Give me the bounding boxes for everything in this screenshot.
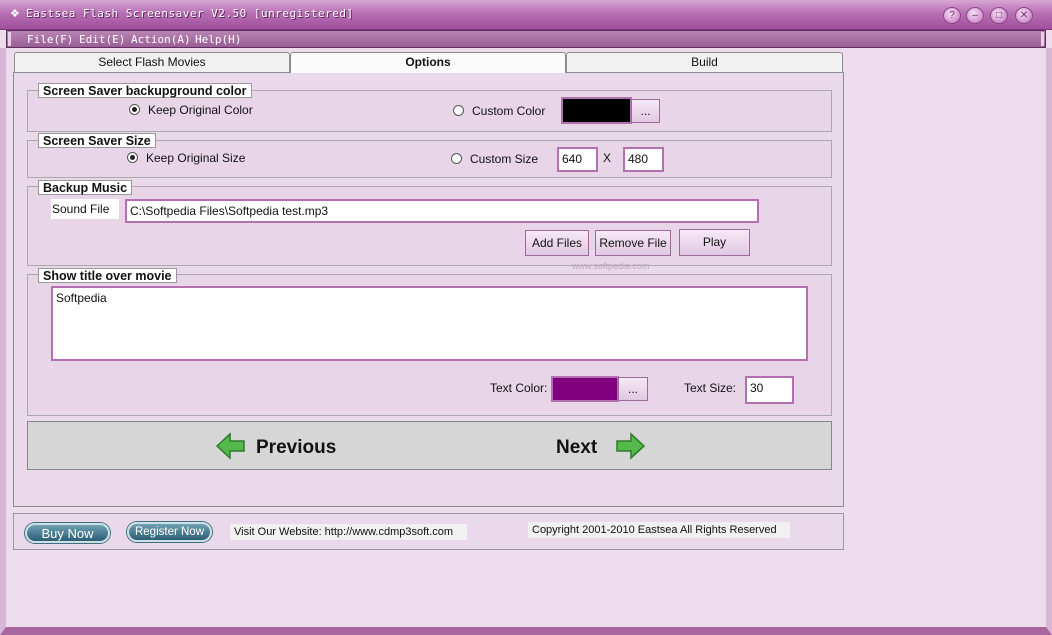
backup-music-legend: Backup Music bbox=[38, 180, 133, 195]
text-color-browse-button[interactable]: ... bbox=[618, 377, 648, 401]
keep-color-radio[interactable] bbox=[129, 104, 140, 115]
help-icon[interactable]: ? bbox=[943, 7, 961, 24]
title-textarea[interactable]: Softpedia bbox=[51, 286, 808, 361]
menu-file[interactable]: File(F) bbox=[27, 33, 73, 46]
title-bar: ❖ Eastsea Flash Screensaver V2.50 [unreg… bbox=[0, 0, 1052, 30]
footer: Buy Now Register Now Visit Our Website: … bbox=[13, 513, 844, 550]
add-files-button[interactable]: Add Files bbox=[525, 230, 589, 256]
tab-build[interactable]: Build bbox=[566, 52, 843, 72]
keep-size-label: Keep Original Size bbox=[146, 151, 246, 165]
remove-file-button[interactable]: Remove File bbox=[595, 230, 671, 256]
next-button[interactable]: Next bbox=[556, 437, 597, 459]
close-icon[interactable]: ✕ bbox=[1015, 7, 1033, 24]
register-now-button[interactable]: Register Now bbox=[127, 522, 212, 542]
show-title-legend: Show title over movie bbox=[38, 268, 177, 283]
radio-selected-dot bbox=[130, 155, 135, 160]
custom-color-label: Custom Color bbox=[472, 104, 546, 118]
height-input[interactable]: 480 bbox=[623, 147, 664, 172]
bg-color-legend: Screen Saver backupground color bbox=[38, 83, 252, 98]
sound-file-input[interactable]: C:\Softpedia Files\Softpedia test.mp3 bbox=[125, 199, 759, 223]
app-icon: ❖ bbox=[10, 8, 20, 20]
maximize-icon[interactable]: □ bbox=[990, 7, 1008, 24]
custom-color-radio[interactable] bbox=[453, 105, 464, 116]
size-legend: Screen Saver Size bbox=[38, 133, 156, 148]
menu-edit[interactable]: Edit(E) bbox=[79, 33, 125, 46]
width-input[interactable]: 640 bbox=[557, 147, 598, 172]
play-button[interactable]: Play bbox=[679, 229, 750, 256]
copyright-text: Copyright 2001-2010 Eastsea All Rights R… bbox=[528, 522, 790, 538]
menu-action[interactable]: Action(A) bbox=[131, 33, 191, 46]
times-symbol: X bbox=[603, 151, 612, 165]
tab-select-flash-movies[interactable]: Select Flash Movies bbox=[14, 52, 290, 72]
menu-grip-right bbox=[1041, 32, 1044, 46]
radio-selected-dot bbox=[132, 107, 137, 112]
menu-help[interactable]: Help(H) bbox=[195, 33, 241, 46]
sound-file-label: Sound File bbox=[51, 199, 120, 219]
navigation-bar: Previous Next bbox=[27, 421, 832, 470]
custom-size-label: Custom Size bbox=[470, 152, 539, 166]
window-title: Eastsea Flash Screensaver V2.50 [unregis… bbox=[26, 7, 354, 20]
previous-arrow-icon[interactable] bbox=[216, 432, 246, 460]
next-arrow-icon[interactable] bbox=[615, 432, 645, 460]
buy-now-button[interactable]: Buy Now bbox=[25, 523, 110, 543]
tab-options[interactable]: Options bbox=[290, 52, 566, 73]
website-link[interactable]: Visit Our Website: http://www.cdmp3soft.… bbox=[230, 524, 467, 540]
watermark: www.softpedia.com bbox=[572, 261, 650, 271]
text-size-label: Text Size: bbox=[684, 381, 737, 395]
bg-color-browse-button[interactable]: ... bbox=[631, 99, 660, 123]
menu-grip-left bbox=[8, 32, 11, 46]
bg-color-swatch[interactable] bbox=[561, 97, 632, 124]
keep-color-label: Keep Original Color bbox=[148, 103, 253, 117]
custom-size-radio[interactable] bbox=[451, 153, 462, 164]
minimize-icon[interactable]: – bbox=[966, 7, 984, 24]
text-size-input[interactable]: 30 bbox=[745, 376, 794, 404]
menu-bar: File(F) Edit(E) Action(A) Help(H) bbox=[6, 30, 1046, 48]
text-color-label: Text Color: bbox=[490, 381, 548, 395]
text-color-swatch[interactable] bbox=[551, 376, 619, 402]
keep-size-radio[interactable] bbox=[127, 152, 138, 163]
previous-button[interactable]: Previous bbox=[256, 437, 336, 459]
